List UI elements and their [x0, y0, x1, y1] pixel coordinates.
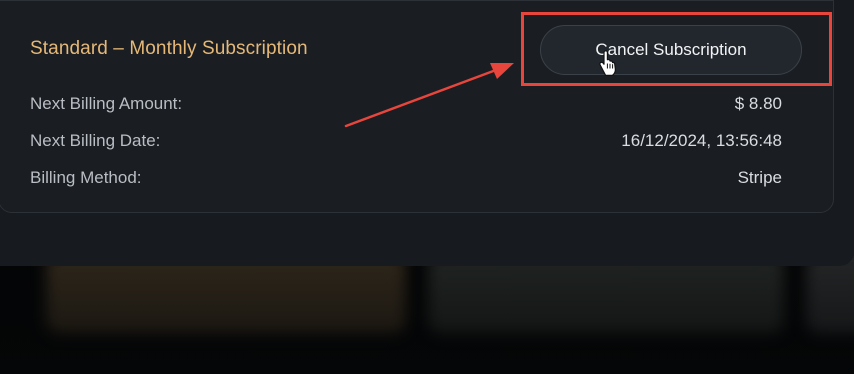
next-billing-date-label: Next Billing Date: — [30, 131, 161, 150]
cancel-subscription-button[interactable]: Cancel Subscription — [540, 25, 802, 75]
plan-title: Standard – Monthly Subscription — [30, 38, 308, 59]
next-billing-date-value: 16/12/2024, 13:56:48 — [621, 131, 782, 150]
billing-method-label: Billing Method: — [30, 168, 142, 187]
subscription-card: Standard – Monthly Subscription Next Bil… — [0, 0, 834, 213]
hand-pointer-icon — [599, 50, 616, 76]
subscription-modal: Standard – Monthly Subscription Next Bil… — [0, 0, 854, 266]
next-billing-amount-value: $ 8.80 — [734, 94, 782, 113]
next-billing-amount-label: Next Billing Amount: — [30, 94, 183, 113]
background-fade — [0, 262, 854, 374]
screen: Standard – Monthly Subscription Next Bil… — [0, 0, 854, 374]
billing-method-value: Stripe — [737, 168, 782, 187]
